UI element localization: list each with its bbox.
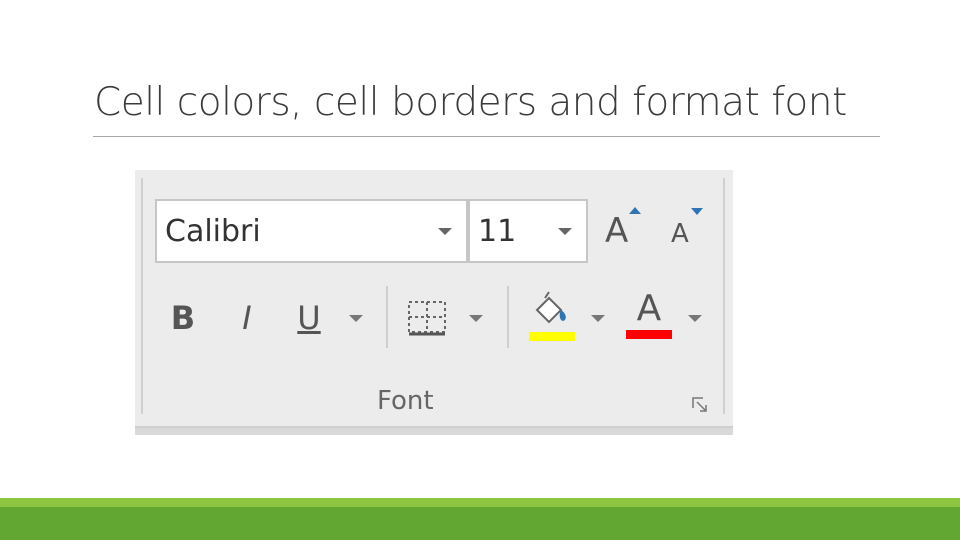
font-size-value[interactable]: 11 [470, 214, 558, 249]
font-name-value[interactable]: Calibri [157, 214, 438, 249]
group-edge-left [141, 178, 143, 414]
separator [507, 286, 509, 348]
font-color-button[interactable]: A [627, 288, 671, 334]
borders-dropdown-icon[interactable] [469, 315, 483, 322]
font-color-dropdown-icon[interactable] [688, 315, 702, 322]
footer-band-dark [0, 507, 960, 540]
dialog-launcher-icon [692, 397, 707, 412]
underline-button[interactable]: U [287, 290, 331, 346]
arrow-up-icon [629, 207, 641, 214]
slide-title: Cell colors, cell borders and format fon… [94, 80, 847, 125]
increase-font-size-icon: A [605, 211, 629, 251]
decrease-font-size-button[interactable]: A [665, 205, 709, 253]
chevron-down-icon[interactable] [558, 227, 572, 235]
fill-color-swatch [529, 332, 575, 341]
font-ribbon-group: Calibri 11 A A B I U A Font [135, 170, 733, 435]
increase-font-size-button[interactable]: A [601, 205, 645, 253]
separator [386, 286, 388, 348]
italic-button[interactable]: I [227, 290, 267, 346]
decrease-font-size-icon: A [671, 219, 689, 249]
fill-color-dropdown-icon[interactable] [591, 315, 605, 322]
font-size-combobox[interactable]: 11 [468, 199, 588, 263]
bold-button[interactable]: B [163, 290, 203, 346]
dialog-launcher-button[interactable] [691, 396, 709, 414]
group-label: Font [377, 386, 434, 416]
underline-dropdown-icon[interactable] [349, 315, 363, 322]
italic-icon: I [242, 299, 252, 337]
arrow-down-icon [691, 208, 703, 215]
bold-icon: B [170, 299, 196, 337]
title-divider [93, 136, 880, 137]
font-color-swatch [626, 330, 672, 339]
borders-button[interactable] [403, 294, 453, 344]
borders-icon [408, 301, 446, 336]
footer-band-light [0, 498, 960, 507]
group-edge-right [723, 178, 725, 414]
chevron-down-icon[interactable] [438, 227, 452, 235]
font-color-icon: A [636, 288, 662, 329]
font-name-combobox[interactable]: Calibri [155, 199, 468, 263]
ribbon-bottom-strip [135, 426, 733, 435]
underline-icon: U [297, 299, 321, 337]
